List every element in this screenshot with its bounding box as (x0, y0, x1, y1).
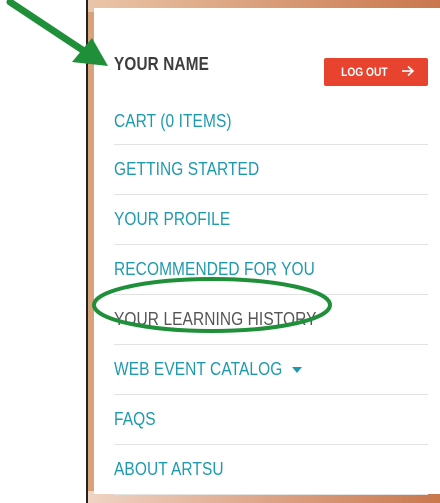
annotation-arrow-icon (6, 0, 108, 66)
